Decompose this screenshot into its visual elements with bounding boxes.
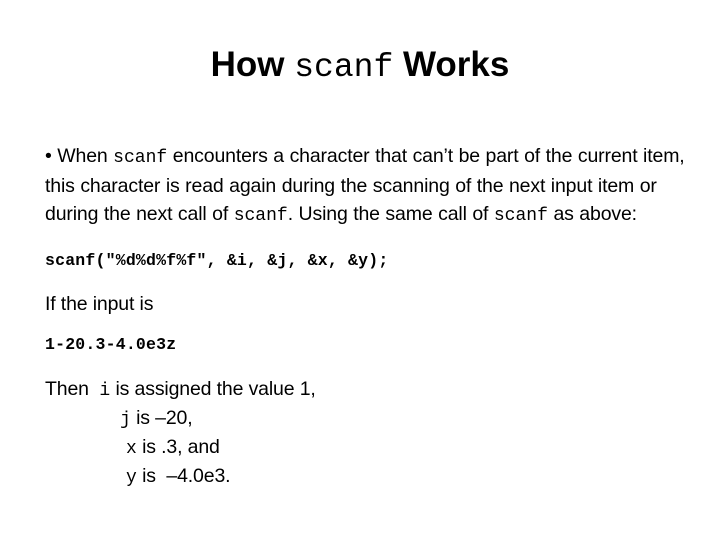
then-row-j: j is –20, [45,405,685,434]
then-text-x: is .3, and [136,436,220,458]
slide-body: • When scanf encounters a character that… [45,142,685,492]
then-text-y: is –4.0e3. [136,465,231,487]
input-label: If the input is [45,293,154,315]
then-text-i: is assigned the value 1, [110,378,316,400]
input-value: 1-20.3-4.0e3z [45,335,177,354]
then-row-y: y is –4.0e3. [45,463,685,492]
slide-canvas: How scanf Works • When scanf encounters … [0,0,720,540]
variable-x: x [126,439,137,459]
spacer-after-input-label [45,318,685,334]
code-scanf-call: scanf("%d%d%f%f", &i, &j, &x, &y); [45,251,389,270]
variable-y: y [126,468,137,488]
variable-i: i [99,381,111,401]
inline-mono-scanf-1: scanf [113,148,168,168]
variable-j: j [120,410,131,430]
then-row-i: Then i is assigned the value 1, [45,376,685,405]
title-pre-text: How [210,45,295,84]
bullet-segment-3: . Using the same call of [287,203,494,225]
inline-mono-scanf-3: scanf [493,206,548,226]
bullet-paragraph: • When scanf encounters a character that… [45,142,685,230]
then-label: Then [45,378,100,400]
page-title: How scanf Works [0,44,720,89]
spacer-after-bullet [45,230,685,250]
then-text-j: is –20, [130,407,193,429]
inline-mono-scanf-2: scanf [233,206,288,226]
bullet-marker: • [45,145,52,167]
spacer-after-input-value [45,356,685,376]
bullet-segment-1: When [51,145,114,167]
then-assignments-block: Then i is assigned the value 1, j is –20… [45,376,685,492]
title-mono-scanf: scanf [294,49,394,86]
title-post-text: Works [393,45,510,84]
bullet-segment-4: as above: [547,203,637,225]
spacer-after-code [45,272,685,290]
then-row-x: x is .3, and [45,434,685,463]
